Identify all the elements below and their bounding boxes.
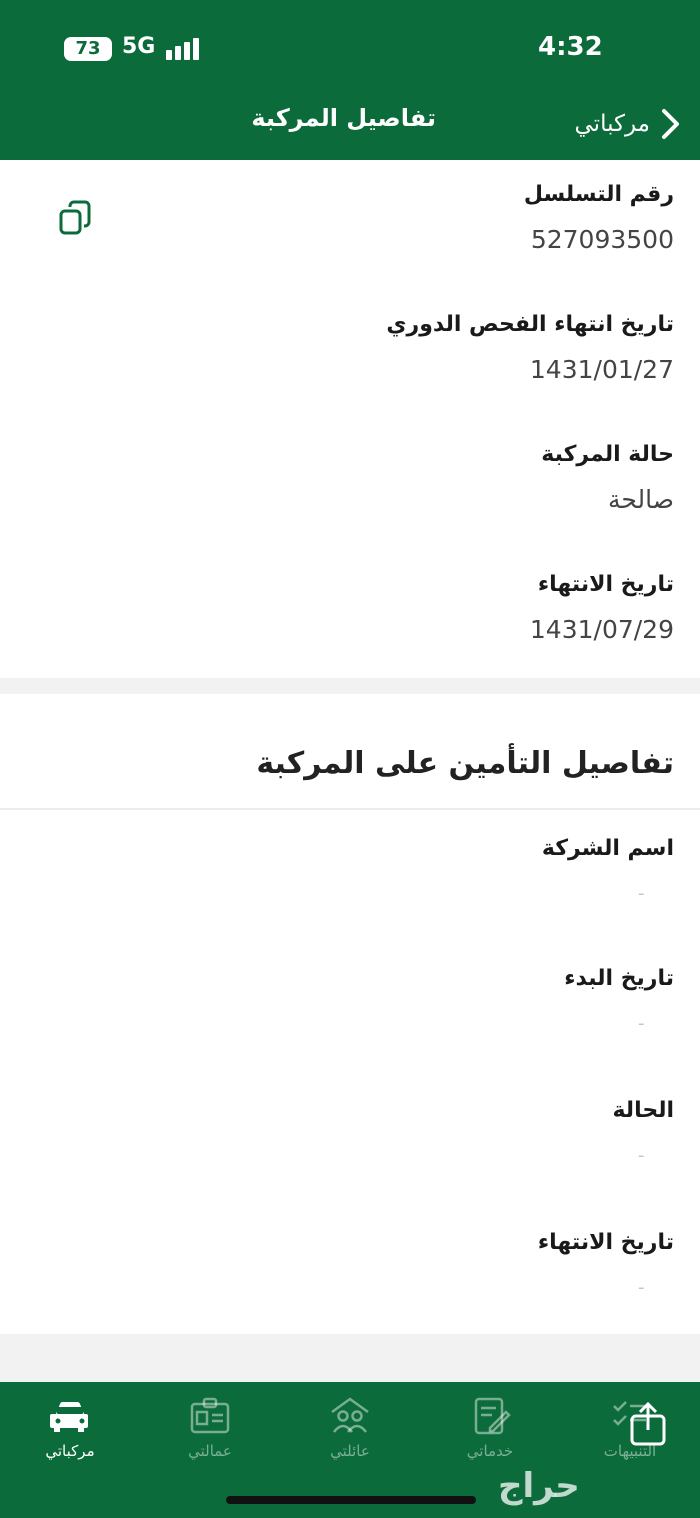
field-label: تاريخ انتهاء الفحص الدوري (386, 312, 674, 337)
field-value: - (638, 1277, 645, 1298)
tab-my-services[interactable]: خدماتي (430, 1396, 550, 1460)
field-value: 1431/01/27 (529, 355, 674, 384)
inspection-expiry-field: تاريخ انتهاء الفحص الدوري 1431/01/27 (386, 312, 674, 384)
tab-label: عائلتي (330, 1442, 370, 1460)
share-icon[interactable] (626, 1400, 670, 1448)
tab-label: مركباتي (45, 1442, 95, 1460)
divider (0, 808, 700, 810)
watermark-logo: حراج (498, 1466, 580, 1506)
field-value: - (638, 883, 645, 904)
home-indicator (226, 1496, 476, 1504)
field-value: - (638, 1013, 645, 1034)
field-label: اسم الشركة (541, 836, 674, 861)
field-label: تاريخ البدء (564, 966, 674, 991)
status-time: 4:32 (538, 32, 603, 62)
id-card-icon (190, 1397, 230, 1434)
tab-label: خدماتي (466, 1442, 514, 1460)
vehicle-details-card: رقم التسلسل 527093500 تاريخ انتهاء الفحص… (0, 160, 700, 678)
field-label: تاريخ الانتهاء (537, 572, 674, 597)
field-value: 1431/07/29 (529, 615, 674, 644)
car-icon (50, 1401, 88, 1432)
tab-my-family[interactable]: عائلتي (290, 1396, 410, 1460)
chevron-right-icon (662, 109, 679, 139)
insurance-expiry-field: تاريخ الانتهاء - (26, 1230, 674, 1298)
serial-number-field: رقم التسلسل 527093500 (524, 182, 674, 254)
back-button-label: مركباتي (574, 111, 650, 137)
copy-icon[interactable] (58, 200, 94, 236)
page-title-text: تفاصيل المركبة (251, 104, 436, 132)
battery-indicator: 73 (64, 37, 112, 61)
expiry-date-field: تاريخ الانتهاء 1431/07/29 (530, 572, 674, 644)
field-value: صالحة (607, 485, 674, 514)
field-label: تاريخ الانتهاء (537, 1230, 674, 1255)
field-label: رقم التسلسل (523, 182, 674, 207)
field-label: حالة المركبة (541, 442, 674, 467)
vehicle-status-field: حالة المركبة صالحة (541, 442, 674, 514)
network-type: 5G (122, 34, 156, 59)
signal-icon (166, 38, 206, 60)
app-header: 73 5G 4:32 تفاصيل المركبة مركباتي (0, 0, 700, 160)
field-value: - (638, 1145, 645, 1166)
section-title: تفاصيل التأمين على المركبة (256, 746, 674, 781)
tab-label: عمالتي (188, 1442, 232, 1460)
tab-my-vehicles[interactable]: مركباتي (10, 1396, 130, 1460)
start-date-field: تاريخ البدء - (26, 966, 674, 1034)
field-value: 527093500 (530, 225, 674, 254)
status-field: الحالة - (26, 1098, 674, 1166)
insurance-details-card: تفاصيل التأمين على المركبة اسم الشركة - … (0, 694, 700, 1334)
company-name-field: اسم الشركة - (26, 836, 674, 904)
family-icon (331, 1397, 369, 1433)
status-bar: 73 5G 4:32 (0, 0, 700, 90)
back-button[interactable]: مركباتي (575, 100, 682, 148)
field-label: الحالة (612, 1098, 674, 1123)
tab-my-workers[interactable]: عمالتي (150, 1396, 270, 1460)
services-icon (474, 1397, 511, 1435)
